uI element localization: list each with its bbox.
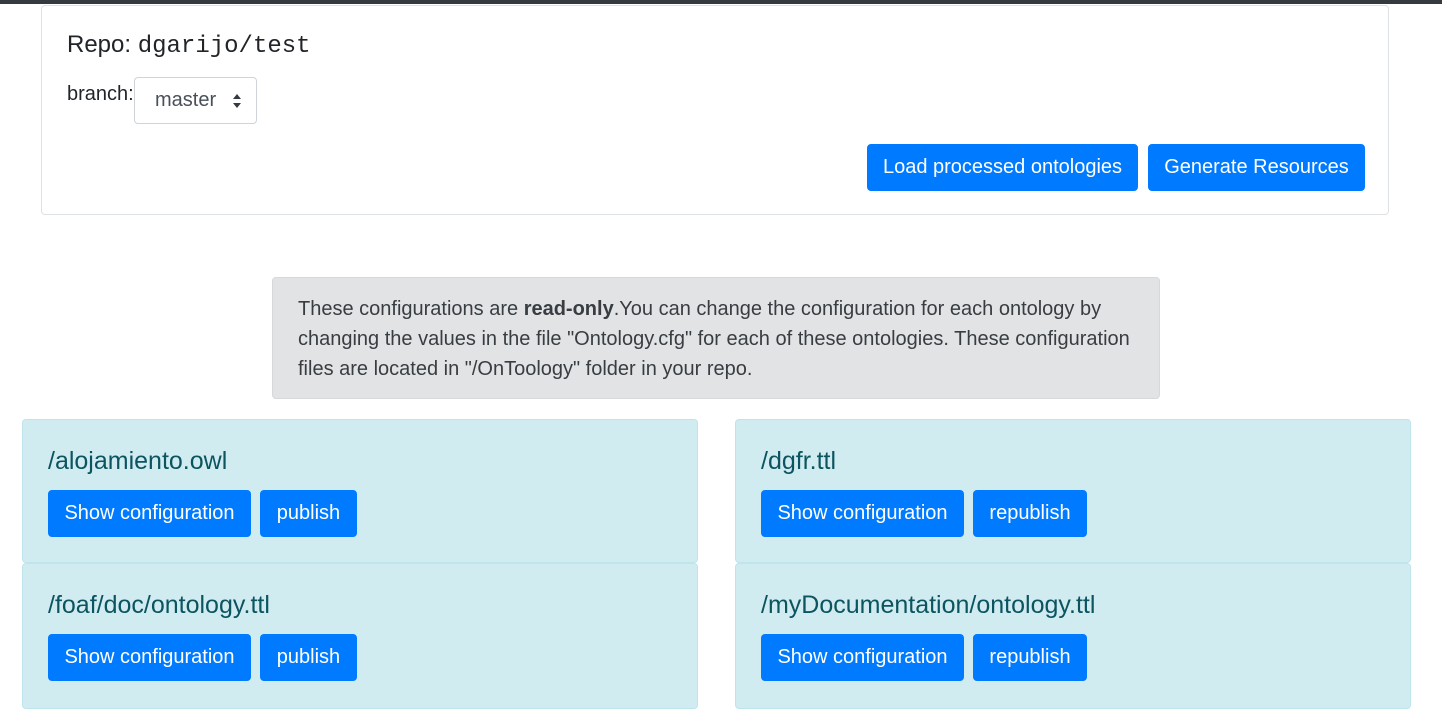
publish-button[interactable]: publish: [260, 490, 357, 537]
notice-bold: read-only: [523, 298, 614, 320]
ontology-card: /foaf/doc/ontology.ttl Show configuratio…: [22, 563, 698, 709]
publish-button[interactable]: publish: [260, 634, 357, 681]
ontology-card: /dgfr.ttl Show configuration republish: [735, 419, 1411, 563]
show-configuration-button[interactable]: Show configuration: [48, 634, 251, 681]
repo-card: Repo: dgarijo/test branch: master Load p…: [41, 5, 1389, 215]
ontology-path: /dgfr.ttl: [761, 447, 837, 475]
read-only-notice: These configurations are read-only.You c…: [272, 277, 1160, 399]
show-configuration-button[interactable]: Show configuration: [761, 490, 964, 537]
branch-label: branch:: [67, 83, 134, 105]
repo-title: Repo: dgarijo/test: [67, 31, 311, 61]
ontology-path: /myDocumentation/ontology.ttl: [761, 591, 1096, 619]
repo-name: dgarijo/test: [137, 33, 311, 60]
ontology-card: /myDocumentation/ontology.ttl Show confi…: [735, 563, 1411, 709]
ontology-path: /alojamiento.owl: [48, 447, 228, 475]
generate-resources-button[interactable]: Generate Resources: [1148, 144, 1365, 191]
top-navbar-edge: [0, 0, 1442, 4]
ontology-card: /alojamiento.owl Show configuration publ…: [22, 419, 698, 563]
ontology-path: /foaf/doc/ontology.ttl: [48, 591, 270, 619]
republish-button[interactable]: republish: [973, 634, 1087, 681]
branch-select-value: master: [155, 89, 217, 111]
show-configuration-button[interactable]: Show configuration: [761, 634, 964, 681]
sort-arrows-icon: [233, 94, 241, 108]
repo-label: Repo:: [67, 31, 132, 58]
load-processed-ontologies-button[interactable]: Load processed ontologies: [867, 144, 1138, 191]
branch-select[interactable]: master: [134, 77, 257, 124]
show-configuration-button[interactable]: Show configuration: [48, 490, 251, 537]
republish-button[interactable]: republish: [973, 490, 1087, 537]
notice-text-before: These configurations are: [298, 298, 524, 320]
